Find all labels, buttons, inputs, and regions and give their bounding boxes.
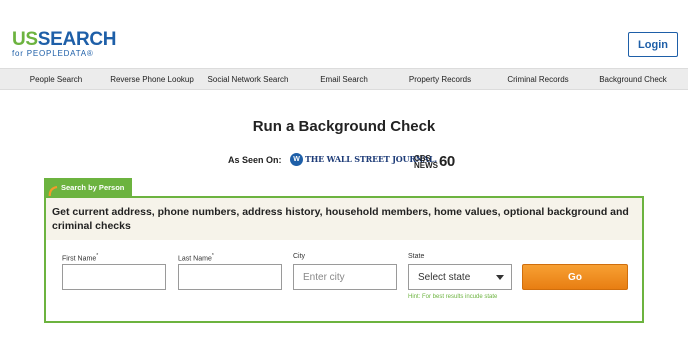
nav-item-criminal-records[interactable]: Criminal Records: [498, 69, 578, 89]
state-select-value: Select state: [418, 271, 471, 283]
city-input[interactable]: [293, 264, 397, 290]
state-hint: Hint: For best results incude state: [408, 294, 498, 300]
search-panel: Get current address, phone numbers, addr…: [44, 196, 644, 323]
logo-search: SEARCH: [37, 29, 117, 50]
city-label: City: [293, 253, 306, 260]
nav-item-reverse-phone-lookup[interactable]: Reverse Phone Lookup: [104, 69, 200, 89]
cbs-news-logo: CBS NEWS: [414, 154, 438, 170]
last-name-label: Last Name*: [178, 253, 214, 263]
main-nav: People Search Reverse Phone Lookup Socia…: [0, 68, 688, 90]
logo-tagline: for PEOPLEDATA®: [12, 49, 94, 58]
chevron-down-icon: [496, 275, 504, 280]
page-title: Run a Background Check: [252, 118, 436, 135]
cbs-60-minutes-logo: CBS NEWS 60: [414, 151, 455, 170]
as-seen-on-label: As Seen On:: [228, 155, 282, 165]
nav-item-background-check[interactable]: Background Check: [592, 69, 674, 89]
login-button[interactable]: Login: [628, 32, 678, 57]
sixty-minutes-logo: 60: [439, 153, 455, 170]
first-name-input[interactable]: [62, 264, 166, 290]
nav-item-property-records[interactable]: Property Records: [400, 69, 480, 89]
search-description: Get current address, phone numbers, addr…: [46, 198, 642, 240]
nav-item-email-search[interactable]: Email Search: [308, 69, 380, 89]
go-button[interactable]: Go: [522, 264, 628, 290]
state-select[interactable]: Select state: [408, 264, 512, 290]
nav-item-people-search[interactable]: People Search: [14, 69, 98, 89]
ussearch-logo[interactable]: USSEARCH for PEOPLEDATA®: [12, 29, 117, 58]
wsj-badge-icon: W: [290, 152, 303, 166]
last-name-input[interactable]: [178, 264, 282, 290]
site-header: USSEARCH for PEOPLEDATA® Login: [0, 0, 688, 68]
nav-item-social-network-search[interactable]: Social Network Search: [204, 69, 292, 89]
logo-us: US: [12, 29, 38, 50]
state-label: State: [408, 253, 425, 260]
first-name-label: First Name*: [62, 253, 99, 263]
